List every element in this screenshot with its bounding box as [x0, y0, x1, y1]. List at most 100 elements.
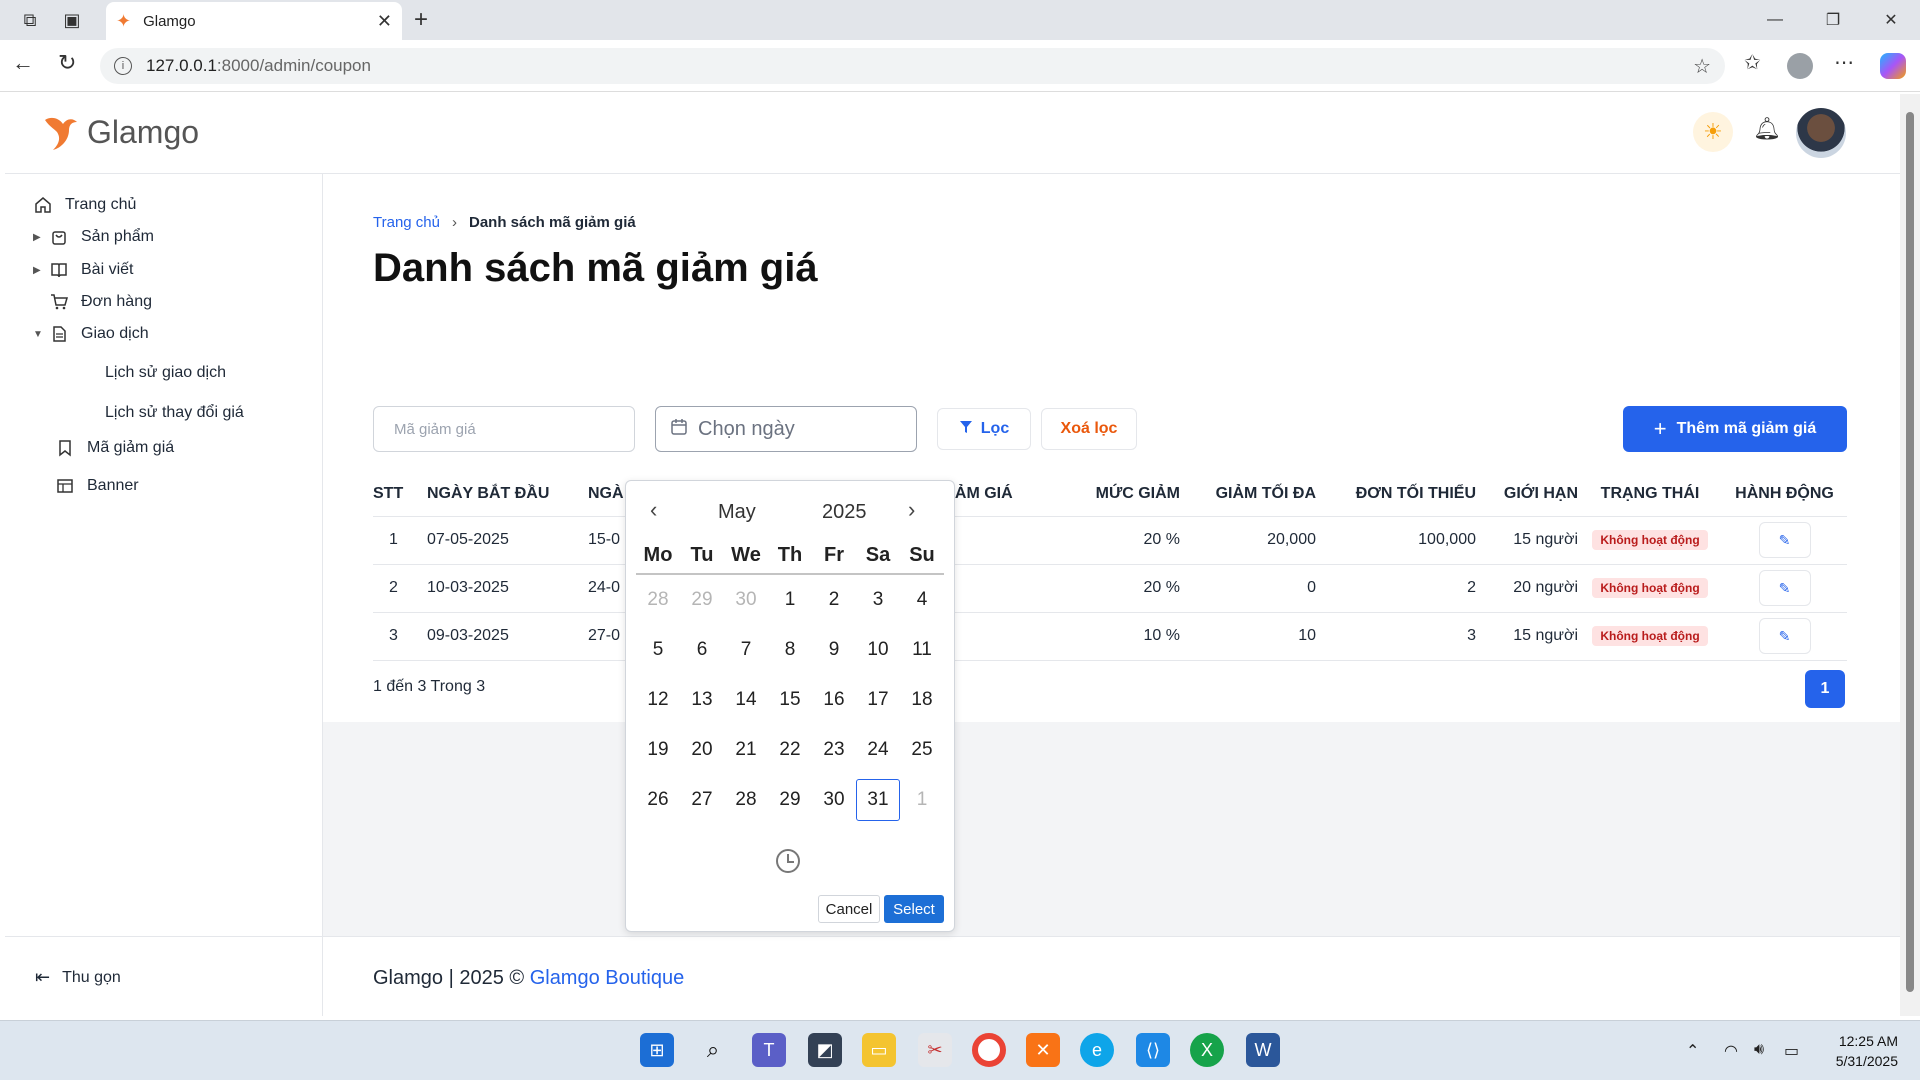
- favorites-icon[interactable]: ✩: [1744, 50, 1761, 75]
- page-scrollbar[interactable]: [1900, 94, 1920, 1016]
- col-stt[interactable]: STT: [373, 472, 427, 517]
- profile-icon[interactable]: [1787, 53, 1813, 79]
- calendar-day[interactable]: 8: [768, 625, 812, 675]
- month-select[interactable]: May: [718, 501, 756, 524]
- next-month-chevron-icon[interactable]: ›: [908, 497, 915, 523]
- calendar-day[interactable]: 28: [724, 775, 768, 825]
- calendar-day[interactable]: 28: [636, 575, 680, 625]
- start-icon[interactable]: ⊞: [640, 1033, 674, 1067]
- calendar-day[interactable]: 17: [856, 675, 900, 725]
- edit-button[interactable]: ✎: [1758, 522, 1811, 558]
- workspaces-icon[interactable]: ⧉: [10, 0, 50, 40]
- scrollbar-thumb[interactable]: [1906, 112, 1914, 992]
- site-info-icon[interactable]: i: [114, 57, 132, 75]
- more-options-icon[interactable]: ⋯: [1834, 50, 1854, 75]
- theme-toggle-sun-icon[interactable]: ☀: [1693, 112, 1733, 152]
- sidebar-item-home[interactable]: Trang chủ: [33, 193, 136, 217]
- calendar-day[interactable]: 14: [724, 675, 768, 725]
- taskbar-clock[interactable]: 12:25 AM 5/31/2025: [1818, 1031, 1898, 1071]
- new-tab-icon[interactable]: +: [414, 6, 428, 34]
- date-picker-input[interactable]: Chọn ngày: [655, 406, 917, 452]
- calendar-day[interactable]: 7: [724, 625, 768, 675]
- brand-logo[interactable]: Glamgo: [41, 112, 199, 152]
- file-explorer-icon[interactable]: ▭: [862, 1033, 896, 1067]
- calendar-day[interactable]: 10: [856, 625, 900, 675]
- sidebar-item-coupons[interactable]: Mã giảm giá: [55, 436, 174, 460]
- calendar-day[interactable]: 11: [900, 625, 944, 675]
- volume-icon[interactable]: 🔊︎: [1754, 1041, 1764, 1059]
- vscode-icon[interactable]: ⟨⟩: [1136, 1033, 1170, 1067]
- calendar-day[interactable]: 18: [900, 675, 944, 725]
- battery-icon[interactable]: ▭: [1784, 1041, 1799, 1061]
- user-avatar[interactable]: [1796, 108, 1846, 158]
- teams-icon[interactable]: T: [752, 1033, 786, 1067]
- calendar-day[interactable]: 27: [680, 775, 724, 825]
- calendar-day[interactable]: 25: [900, 725, 944, 775]
- coupon-code-input[interactable]: Mã giảm giá: [373, 406, 635, 452]
- calendar-day[interactable]: 2: [812, 575, 856, 625]
- calendar-day[interactable]: 9: [812, 625, 856, 675]
- copilot-icon[interactable]: [1880, 53, 1906, 79]
- edit-button[interactable]: ✎: [1758, 618, 1811, 654]
- calendar-day[interactable]: 26: [636, 775, 680, 825]
- calendar-day[interactable]: 3: [856, 575, 900, 625]
- snipping-tool-icon[interactable]: ✂: [918, 1033, 952, 1067]
- notification-bell-icon[interactable]: 🔔︎: [1753, 116, 1781, 142]
- calendar-day[interactable]: 20: [680, 725, 724, 775]
- calendar-day[interactable]: 1: [900, 775, 944, 825]
- back-icon[interactable]: ←: [12, 50, 34, 76]
- calendar-day[interactable]: 30: [724, 575, 768, 625]
- calendar-day[interactable]: 4: [900, 575, 944, 625]
- clock-icon[interactable]: [776, 849, 800, 873]
- sidebar-item-orders[interactable]: Đơn hàng: [49, 290, 152, 314]
- app-icon[interactable]: ◩: [808, 1033, 842, 1067]
- calendar-day[interactable]: 19: [636, 725, 680, 775]
- collapse-sidebar-button[interactable]: ⇤ Thu gọn: [35, 967, 121, 988]
- chrome-icon[interactable]: [972, 1033, 1006, 1067]
- sidebar-subitem-price-history[interactable]: Lịch sử thay đổi giá: [105, 401, 244, 425]
- sidebar-item-products[interactable]: ▶ Sản phẩm: [33, 225, 154, 249]
- sidebar-item-banner[interactable]: Banner: [55, 474, 139, 498]
- page-button-current[interactable]: 1: [1805, 670, 1845, 708]
- calendar-day[interactable]: 12: [636, 675, 680, 725]
- calendar-day[interactable]: 6: [680, 625, 724, 675]
- calendar-day[interactable]: 16: [812, 675, 856, 725]
- col-max-discount[interactable]: GIẢM TỐI ĐA: [1180, 472, 1316, 517]
- edit-button[interactable]: ✎: [1758, 570, 1811, 606]
- edge-icon[interactable]: e: [1080, 1033, 1114, 1067]
- sidebar-item-posts[interactable]: ▶ Bài viết: [33, 258, 133, 282]
- maximize-icon[interactable]: ❐: [1804, 0, 1862, 40]
- xbox-icon[interactable]: X: [1190, 1033, 1224, 1067]
- col-min-order[interactable]: ĐƠN TỐI THIỂU: [1316, 472, 1476, 517]
- calendar-day[interactable]: 23: [812, 725, 856, 775]
- col-status[interactable]: TRẠNG THÁI: [1578, 472, 1722, 517]
- calendar-day[interactable]: 1: [768, 575, 812, 625]
- calendar-day[interactable]: 15: [768, 675, 812, 725]
- calendar-day-selected[interactable]: 31: [856, 775, 900, 825]
- prev-month-chevron-icon[interactable]: ‹: [650, 497, 657, 523]
- close-tab-icon[interactable]: ✕: [377, 11, 392, 32]
- reload-icon[interactable]: ↻: [58, 50, 76, 76]
- col-limit[interactable]: GIỚI HẠN: [1476, 472, 1578, 517]
- calendar-day[interactable]: 30: [812, 775, 856, 825]
- tab-actions-icon[interactable]: ▣: [52, 0, 92, 40]
- close-window-icon[interactable]: ✕: [1862, 0, 1920, 40]
- xampp-icon[interactable]: ✕: [1026, 1033, 1060, 1067]
- select-button[interactable]: Select: [884, 895, 944, 923]
- word-icon[interactable]: W: [1246, 1033, 1280, 1067]
- wifi-icon[interactable]: ◠: [1724, 1041, 1738, 1061]
- clear-filter-button[interactable]: Xoá lọc: [1041, 408, 1137, 450]
- filter-button[interactable]: Lọc: [937, 408, 1031, 450]
- calendar-day[interactable]: 22: [768, 725, 812, 775]
- browser-tab[interactable]: ✦ Glamgo ✕: [106, 2, 402, 40]
- cancel-button[interactable]: Cancel: [818, 895, 880, 923]
- favorite-star-icon[interactable]: ☆: [1693, 54, 1711, 79]
- col-discount-amount[interactable]: MỨC GIẢM: [1038, 472, 1180, 517]
- tray-chevron-icon[interactable]: ⌃: [1686, 1041, 1699, 1061]
- sidebar-subitem-transaction-history[interactable]: Lịch sử giao dịch: [105, 361, 226, 385]
- minimize-icon[interactable]: —: [1746, 0, 1804, 40]
- footer-link[interactable]: Glamgo Boutique: [530, 967, 685, 989]
- calendar-day[interactable]: 24: [856, 725, 900, 775]
- search-icon[interactable]: ⌕: [696, 1033, 730, 1067]
- breadcrumb-home-link[interactable]: Trang chủ: [373, 214, 440, 231]
